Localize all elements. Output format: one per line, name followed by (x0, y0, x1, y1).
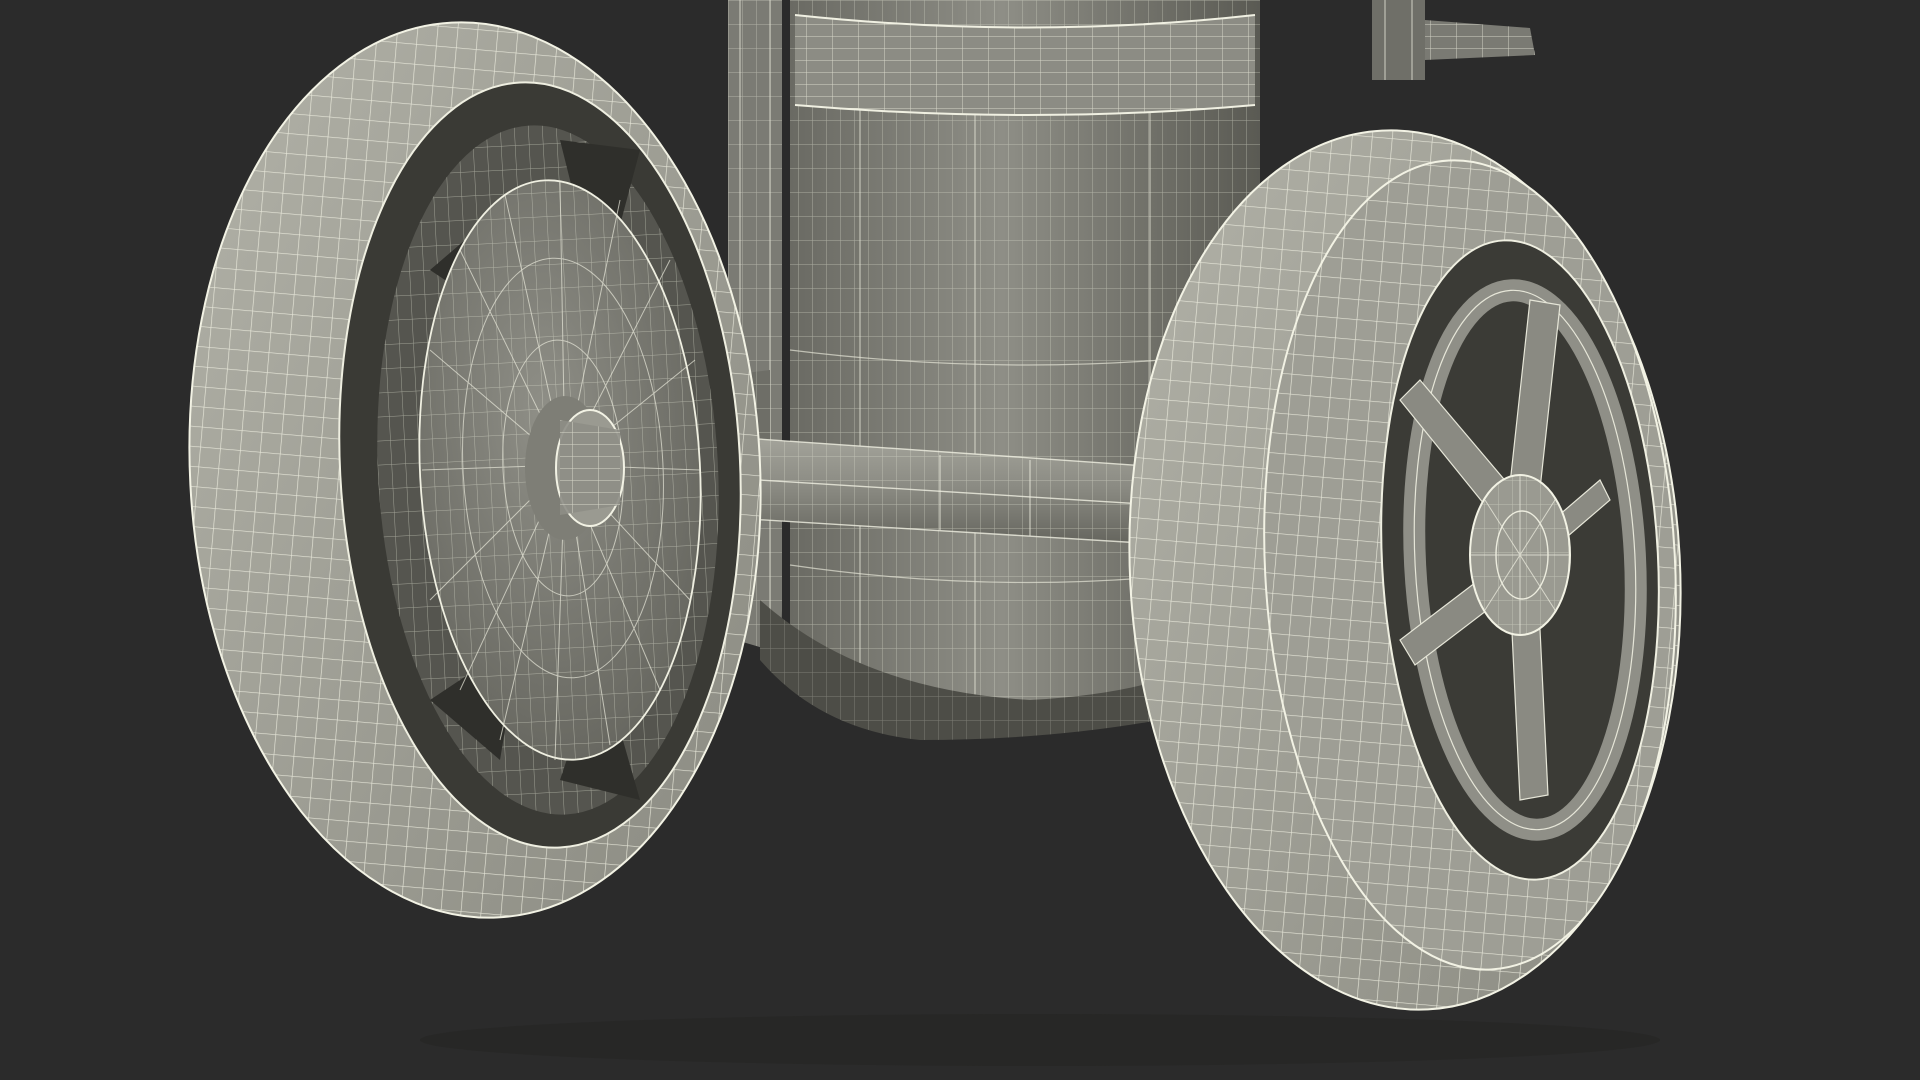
left-wheel (188, 21, 762, 919)
floor-shadow (420, 1014, 1660, 1066)
right-hub (1469, 474, 1571, 636)
tank-strap-band (794, 14, 1256, 116)
wireframe-render-scene (188, 0, 1682, 1066)
